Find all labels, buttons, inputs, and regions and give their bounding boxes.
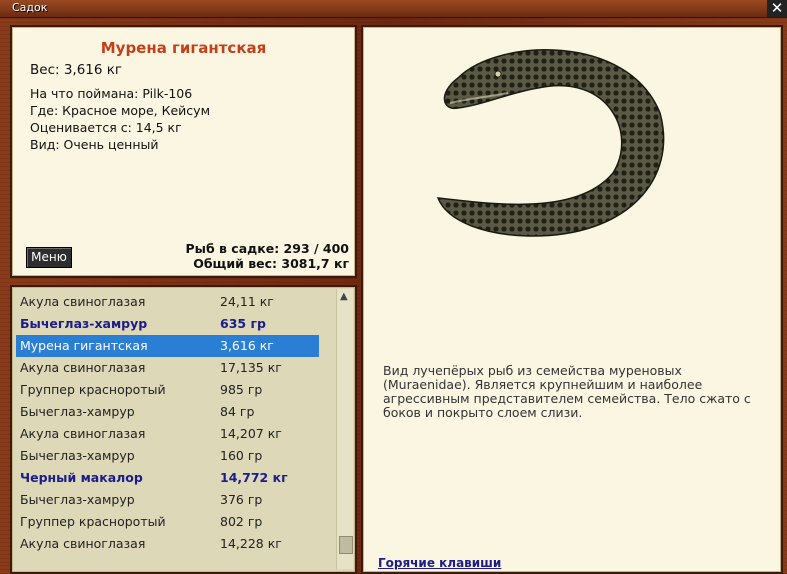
list-item[interactable]: Акула свиноглазая 14,228 кг [12, 533, 322, 555]
list-item-name: Акула свиноглазая [20, 294, 146, 309]
list-item[interactable]: Бычеглаз-хамрур 376 гр [12, 489, 322, 511]
window-title: Садок [12, 1, 48, 14]
list-item[interactable]: Бычеглаз-хамрур 635 гр [12, 313, 322, 335]
list-item-weight: 376 гр [220, 492, 263, 507]
fish-weight: Вес: 3,616 кг [30, 62, 123, 78]
list-item-weight: 3,616 кг [220, 338, 274, 353]
fish-name: Мурена гигантская [100, 39, 267, 57]
list-item[interactable]: Акула свиноглазая 24,11 кг [12, 291, 322, 313]
fish-location: Где: Красное море, Кейсум [30, 103, 211, 118]
menu-button[interactable]: Меню [26, 247, 72, 268]
fish-bait: На что поймана: Pilk-106 [30, 86, 193, 101]
list-item-weight: 160 гр [220, 448, 263, 463]
list-item-name: Акула свиноглазая [20, 536, 146, 551]
list-item-weight: 84 гр [220, 404, 255, 419]
list-item-name: Группер краснорoтый [20, 514, 166, 529]
list-item[interactable]: Акула свиноглазая 17,135 кг [12, 357, 322, 379]
fish-picture-panel: Вид лучепёрых рыб из семейства мурeновых… [361, 25, 783, 574]
close-button[interactable]: ✕ [767, 0, 787, 17]
list-item[interactable]: Мурена гигантская 3,616 кг [16, 335, 319, 357]
list-item-weight: 985 гр [220, 382, 263, 397]
list-item[interactable]: Черный макалор 14,772 кг [12, 467, 322, 489]
moray-eel-image [436, 49, 665, 237]
list-item-weight: 14,207 кг [220, 426, 282, 441]
title-bar: Садок ✕ [0, 0, 787, 18]
list-item-name: Бычеглаз-хамрур [20, 316, 148, 331]
list-item-weight: 14,772 кг [220, 470, 288, 485]
fish-meta: На что поймана: Pilk-106 Где: Красное мо… [30, 85, 210, 153]
list-item[interactable]: Бычеглаз-хамрур 160 гр [12, 445, 322, 467]
list-item-weight: 635 гр [220, 316, 266, 331]
list-item-weight: 24,11 кг [220, 294, 274, 309]
fish-count: Рыб в садке: 293 / 400 [185, 241, 349, 256]
fish-description: Вид лучепёрых рыб из семейства мурeновых… [383, 363, 751, 420]
keepnet-stats: Рыб в садке: 293 / 400 Общий вес: 3081,7… [185, 241, 349, 271]
fish-list-panel: Акула свиноглазая 24,11 кг Бычеглаз-хамрур… [10, 285, 357, 574]
list-item-name: Акула свиноглазая [20, 426, 146, 441]
list-item-weight: 17,135 кг [220, 360, 282, 375]
total-weight: Общий вес: 3081,7 кг [193, 256, 349, 271]
list-item-weight: 802 гр [220, 514, 263, 529]
list-item-name: Бычеглаз-хамрур [20, 492, 135, 507]
scroll-up-icon[interactable]: ▲ [340, 291, 348, 302]
list-item[interactable]: Группер краснорoтый 985 гр [12, 379, 322, 401]
list-item[interactable]: Акула свиноглазая 14,207 кг [12, 423, 322, 445]
list-item-name: Черный макалор [20, 470, 143, 485]
list-item[interactable]: Группер краснорoтый 802 гр [12, 511, 322, 533]
list-item-weight: 14,228 кг [220, 536, 282, 551]
fish-kind: Вид: Очень ценный [30, 137, 159, 152]
list-item-name: Бычеглаз-хамрур [20, 404, 135, 419]
fish-value: Оценивается с: 14,5 кг [30, 120, 182, 135]
list-item-name: Мурена гигантская [20, 338, 148, 353]
fish-list: Акула свиноглазая 24,11 кг Бычеглаз-хамрур… [12, 291, 322, 555]
fish-info-panel: Мурена гигантская Вес: 3,616 кг На что п… [10, 25, 357, 278]
list-item[interactable]: Бычеглаз-хамрур 84 гр [12, 401, 322, 423]
list-item-name: Группер краснорoтый [20, 382, 166, 397]
list-scrollbar[interactable]: ▲ [336, 289, 353, 569]
hotkeys-link[interactable]: Горячие клавиши [378, 556, 501, 570]
scroll-thumb[interactable] [339, 536, 353, 554]
list-item-name: Бычеглаз-хамрур [20, 448, 135, 463]
list-item-name: Акула свиноглазая [20, 360, 146, 375]
